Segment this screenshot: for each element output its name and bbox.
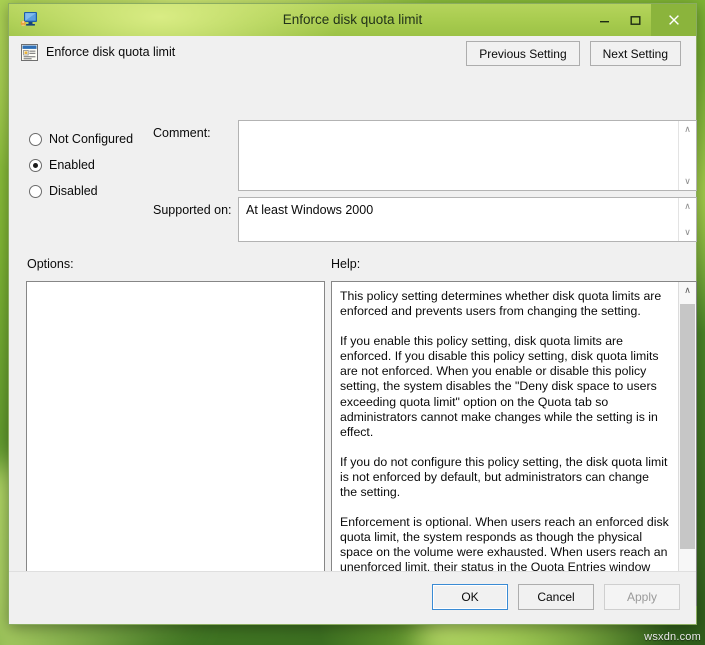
comment-label: Comment: (153, 126, 211, 140)
scroll-down-icon[interactable]: ∨ (684, 224, 691, 241)
minimize-button[interactable] (589, 4, 620, 36)
supported-on-scrollbar[interactable]: ∧ ∨ (678, 198, 696, 241)
close-button[interactable] (651, 4, 696, 36)
apply-button: Apply (604, 584, 680, 610)
title-bar[interactable]: Enforce disk quota limit (9, 4, 696, 36)
scroll-up-icon[interactable]: ∧ (679, 282, 696, 299)
radio-option-enabled[interactable]: Enabled (29, 152, 133, 178)
radio-label: Disabled (49, 184, 98, 198)
comment-scrollbar[interactable]: ∧ ∨ (678, 121, 696, 190)
dialog-footer: OK Cancel Apply (9, 571, 696, 624)
help-paragraph: If you do not configure this policy sett… (340, 454, 668, 500)
options-panel[interactable] (26, 281, 325, 606)
radio-indicator[interactable] (29, 184, 42, 198)
help-paragraph: This policy setting determines whether d… (340, 289, 662, 319)
maximize-button[interactable] (620, 4, 651, 36)
ok-button[interactable]: OK (432, 584, 508, 610)
supported-on-textarea[interactable]: At least Windows 2000 ∧ ∨ (238, 197, 697, 242)
help-paragraph: If you enable this policy setting, disk … (340, 333, 659, 440)
radio-indicator[interactable] (29, 132, 42, 146)
policy-state-radio-group: Not Configured Enabled Disabled (29, 126, 133, 204)
computer-monitor-icon (20, 11, 38, 28)
help-label: Help: (331, 257, 361, 271)
radio-indicator-selected[interactable] (29, 158, 42, 172)
footer-buttons: OK Cancel Apply (432, 584, 680, 610)
watermark: wsxdn.com (644, 631, 701, 643)
supported-on-value: At least Windows 2000 (246, 203, 374, 217)
dialog-body: Not Configured Enabled Disabled Comment:… (9, 78, 697, 606)
help-text-content: This policy setting determines whether d… (332, 282, 678, 605)
comment-value (239, 121, 696, 131)
comment-textarea[interactable]: ∧ ∨ (238, 120, 697, 191)
scroll-up-icon[interactable]: ∧ (684, 198, 691, 215)
navigation-buttons: Previous Setting Next Setting (466, 41, 681, 66)
window-controls (589, 4, 696, 36)
scroll-up-icon[interactable]: ∧ (684, 121, 691, 138)
supported-on-label: Supported on: (153, 203, 232, 217)
scroll-down-icon[interactable]: ∨ (684, 173, 691, 190)
group-policy-setting-dialog: Enforce disk quota limit Enforce disk qu… (8, 3, 697, 625)
previous-setting-button[interactable]: Previous Setting (466, 41, 580, 66)
help-panel: This policy setting determines whether d… (331, 281, 697, 606)
dialog-header: Enforce disk quota limit Previous Settin… (9, 36, 696, 78)
next-setting-button[interactable]: Next Setting (589, 41, 681, 66)
options-label: Options: (27, 257, 74, 271)
radio-label: Not Configured (49, 132, 134, 146)
radio-option-disabled[interactable]: Disabled (29, 178, 133, 204)
radio-option-not-configured[interactable]: Not Configured (29, 126, 133, 152)
policy-setting-title: Enforce disk quota limit (46, 45, 176, 59)
options-content (27, 282, 324, 292)
policy-document-icon (21, 44, 38, 61)
radio-label: Enabled (49, 158, 95, 172)
scrollbar-thumb[interactable] (680, 304, 695, 549)
help-scrollbar[interactable]: ∧ ∨ (678, 282, 696, 605)
cancel-button[interactable]: Cancel (518, 584, 594, 610)
